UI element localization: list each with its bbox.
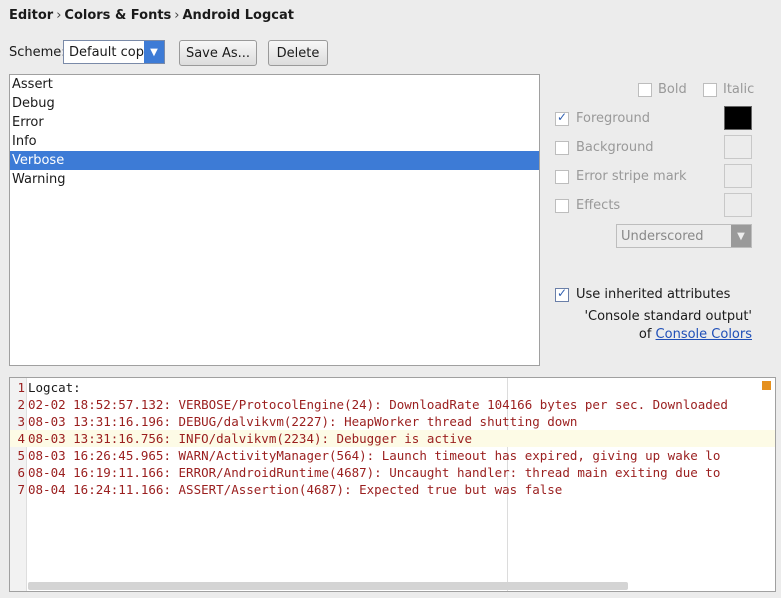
log-line: 6 08-04 16:19:11.166: ERROR/AndroidRuntim… bbox=[10, 464, 775, 481]
delete-button[interactable]: Delete bbox=[268, 40, 328, 66]
use-inherited-label: Use inherited attributes bbox=[576, 287, 731, 302]
error-stripe-color-swatch[interactable] bbox=[724, 164, 752, 188]
effects-checkbox[interactable] bbox=[555, 199, 569, 213]
log-line-text: 08-03 16:26:45.965: WARN/ActivityManager… bbox=[28, 448, 721, 463]
foreground-label: Foreground bbox=[576, 111, 651, 126]
level-item-error[interactable]: Error bbox=[10, 113, 539, 132]
foreground-checkbox[interactable] bbox=[555, 110, 569, 126]
log-line-text: 08-04 16:24:11.166: ASSERT/Assertion(468… bbox=[28, 482, 563, 497]
log-line: 7 08-04 16:24:11.166: ASSERT/Assertion(46… bbox=[10, 481, 775, 498]
level-item-warning[interactable]: Warning bbox=[10, 170, 539, 189]
line-number: 3 bbox=[17, 414, 25, 429]
scheme-select[interactable]: Default copy ▼ bbox=[63, 40, 165, 64]
inherited-source: 'Console standard output' bbox=[584, 309, 752, 324]
effects-color-swatch[interactable] bbox=[724, 193, 752, 217]
background-checkbox[interactable] bbox=[555, 141, 569, 155]
foreground-color-swatch[interactable] bbox=[724, 106, 752, 130]
level-item-verbose[interactable]: Verbose bbox=[10, 151, 539, 170]
log-level-list[interactable]: Assert Debug Error Info Verbose Warning bbox=[9, 74, 540, 366]
log-line-text: 08-03 13:31:16.756: INFO/dalvikvm(2234):… bbox=[28, 431, 473, 446]
bold-label: Bold bbox=[658, 82, 687, 97]
bold-checkbox[interactable] bbox=[638, 83, 652, 97]
inherited-link-row: of Console Colors bbox=[639, 327, 752, 342]
horizontal-scrollbar[interactable] bbox=[28, 582, 628, 590]
attributes-panel: Bold Italic Foreground Background Error … bbox=[553, 76, 773, 366]
breadcrumb-editor: Editor bbox=[9, 8, 54, 23]
use-inherited-checkbox[interactable] bbox=[555, 286, 569, 302]
italic-label: Italic bbox=[723, 82, 755, 97]
inherited-source-text: 'Console standard output' bbox=[584, 309, 752, 324]
background-color-swatch[interactable] bbox=[724, 135, 752, 159]
chevron-right-icon: › bbox=[174, 8, 180, 23]
log-line: 3 08-03 13:31:16.196: DEBUG/dalvikvm(2227… bbox=[10, 413, 775, 430]
log-line: 2 02-02 18:52:57.132: VERBOSE/ProtocolEng… bbox=[10, 396, 775, 413]
effects-label: Effects bbox=[576, 198, 621, 213]
log-line-text: 08-03 13:31:16.196: DEBUG/dalvikvm(2227)… bbox=[28, 414, 578, 429]
level-item-assert[interactable]: Assert bbox=[10, 75, 539, 94]
scheme-label: Scheme: bbox=[9, 44, 66, 60]
breadcrumb: Editor › Colors & Fonts › Android Logcat bbox=[9, 8, 294, 23]
log-line: 1 Logcat: bbox=[10, 379, 775, 396]
effect-type-value: Underscored bbox=[621, 228, 704, 244]
line-number: 5 bbox=[17, 448, 25, 463]
log-line: 5 08-03 16:26:45.965: WARN/ActivityManage… bbox=[10, 447, 775, 464]
save-as-button[interactable]: Save As... bbox=[179, 40, 257, 66]
breadcrumb-colors-fonts: Colors & Fonts bbox=[64, 8, 172, 23]
console-colors-link[interactable]: Console Colors bbox=[656, 327, 752, 342]
of-label: of bbox=[638, 327, 652, 342]
log-line: 4 08-03 13:31:16.756: INFO/dalvikvm(2234)… bbox=[10, 430, 775, 447]
error-stripe-checkbox[interactable] bbox=[555, 170, 569, 184]
log-line-text: 08-04 16:19:11.166: ERROR/AndroidRuntime… bbox=[28, 465, 721, 480]
log-line-text: 02-02 18:52:57.132: VERBOSE/ProtocolEngi… bbox=[28, 397, 728, 412]
scheme-select-value: Default copy bbox=[69, 44, 144, 60]
line-number: 1 bbox=[17, 380, 25, 395]
line-number: 6 bbox=[17, 465, 25, 480]
chevron-right-icon: › bbox=[56, 8, 62, 23]
level-item-debug[interactable]: Debug bbox=[10, 94, 539, 113]
error-stripe-label: Error stripe mark bbox=[576, 169, 687, 184]
line-number: 2 bbox=[17, 397, 25, 412]
line-number: 7 bbox=[17, 482, 25, 497]
chevron-down-icon[interactable]: ▼ bbox=[144, 41, 164, 63]
line-number: 4 bbox=[17, 431, 25, 446]
chevron-down-icon[interactable]: ▼ bbox=[731, 225, 751, 247]
level-item-info[interactable]: Info bbox=[10, 132, 539, 151]
background-label: Background bbox=[576, 140, 654, 155]
italic-checkbox[interactable] bbox=[703, 83, 717, 97]
breadcrumb-android-logcat: Android Logcat bbox=[182, 8, 294, 23]
log-line-text: Logcat: bbox=[28, 380, 81, 395]
effect-type-select[interactable]: Underscored ▼ bbox=[616, 224, 752, 248]
logcat-preview[interactable]: 1 Logcat: 2 02-02 18:52:57.132: VERBOSE/Pro… bbox=[9, 377, 776, 592]
